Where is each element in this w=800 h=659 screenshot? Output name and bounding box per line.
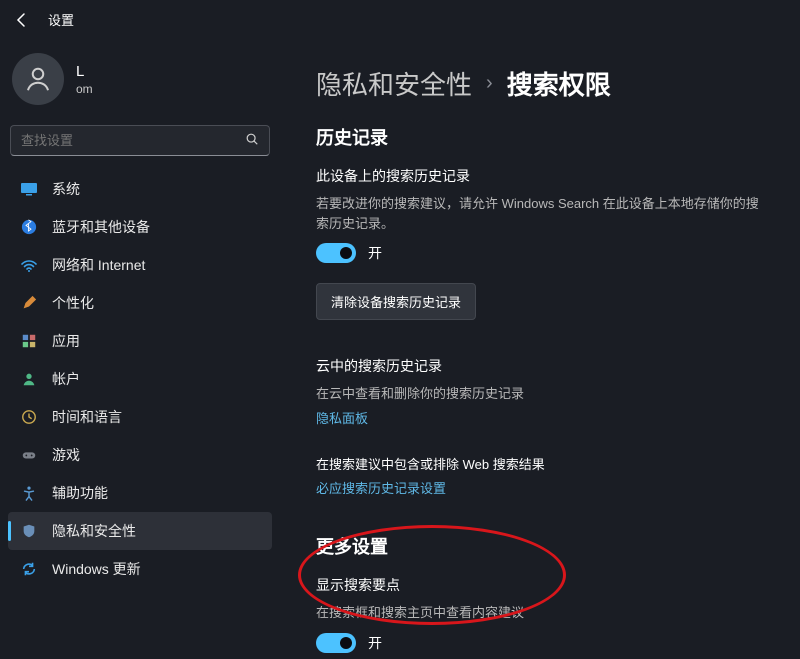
sidebar-item-label: 个性化: [52, 293, 94, 313]
monitor-icon: [20, 180, 38, 198]
clear-history-button[interactable]: 清除设备搜索历史记录: [316, 283, 476, 320]
sidebar-item-network[interactable]: 网络和 Internet: [8, 246, 272, 284]
cloud-history-title: 云中的搜索历史记录: [316, 356, 764, 376]
accessibility-icon: [20, 484, 38, 502]
bing-history-link[interactable]: 必应搜索历史记录设置: [316, 478, 446, 497]
gamepad-icon: [20, 446, 38, 464]
sidebar-item-gaming[interactable]: 游戏: [8, 436, 272, 474]
cloud-history-desc: 在云中查看和删除你的搜索历史记录: [316, 384, 764, 404]
profile-email: om: [76, 82, 93, 96]
sidebar-item-accounts[interactable]: 帐户: [8, 360, 272, 398]
sidebar: L om 系统 蓝牙和其他设备 网络和 Internet: [0, 35, 280, 659]
search-icon: [245, 132, 259, 149]
breadcrumb: 隐私和安全性 › 搜索权限: [316, 65, 764, 102]
toggle-state-label: 开: [368, 633, 382, 653]
page-title: 搜索权限: [507, 65, 611, 102]
sidebar-item-update[interactable]: Windows 更新: [8, 550, 272, 588]
sidebar-item-label: 帐户: [52, 369, 80, 389]
profile-name: L: [76, 63, 93, 80]
clock-icon: [20, 408, 38, 426]
search-highlights-toggle[interactable]: [316, 633, 356, 653]
device-history-title: 此设备上的搜索历史记录: [316, 166, 764, 186]
sidebar-item-label: 应用: [52, 331, 80, 351]
device-history-block: 此设备上的搜索历史记录 若要改进你的搜索建议，请允许 Windows Searc…: [316, 166, 764, 346]
device-history-toggle[interactable]: [316, 243, 356, 263]
sidebar-item-system[interactable]: 系统: [8, 170, 272, 208]
sidebar-item-accessibility[interactable]: 辅助功能: [8, 474, 272, 512]
avatar: [12, 53, 64, 105]
main-content: 隐私和安全性 › 搜索权限 历史记录 此设备上的搜索历史记录 若要改进你的搜索建…: [280, 35, 800, 659]
sidebar-item-privacy[interactable]: 隐私和安全性: [8, 512, 272, 550]
back-icon[interactable]: [14, 12, 30, 28]
window-title: 设置: [48, 10, 74, 29]
chevron-right-icon: ›: [486, 72, 493, 95]
sidebar-item-label: 游戏: [52, 445, 80, 465]
bluetooth-icon: [20, 218, 38, 236]
search-highlights-desc: 在搜索框和搜索主页中查看内容建议: [316, 603, 764, 623]
shield-icon: [20, 522, 38, 540]
privacy-dashboard-link[interactable]: 隐私面板: [316, 408, 368, 427]
sidebar-item-apps[interactable]: 应用: [8, 322, 272, 360]
search-input[interactable]: [21, 133, 245, 148]
profile-block[interactable]: L om: [8, 41, 272, 123]
toggle-state-label: 开: [368, 243, 382, 263]
web-results-desc: 在搜索建议中包含或排除 Web 搜索结果: [316, 455, 764, 475]
sidebar-item-label: 辅助功能: [52, 483, 108, 503]
sidebar-item-label: 蓝牙和其他设备: [52, 217, 150, 237]
sync-icon: [20, 560, 38, 578]
grid-icon: [20, 332, 38, 350]
sidebar-item-label: Windows 更新: [52, 559, 141, 579]
sidebar-item-personalization[interactable]: 个性化: [8, 284, 272, 322]
sidebar-item-time[interactable]: 时间和语言: [8, 398, 272, 436]
more-settings-heading: 更多设置: [316, 533, 764, 559]
sidebar-item-label: 网络和 Internet: [52, 255, 145, 275]
sidebar-item-bluetooth[interactable]: 蓝牙和其他设备: [8, 208, 272, 246]
person-icon: [20, 370, 38, 388]
search-highlights-title: 显示搜索要点: [316, 575, 764, 595]
device-history-desc: 若要改进你的搜索建议，请允许 Windows Search 在此设备上本地存储你…: [316, 194, 764, 233]
cloud-history-block: 云中的搜索历史记录 在云中查看和删除你的搜索历史记录 隐私面板: [316, 356, 764, 445]
brush-icon: [20, 294, 38, 312]
search-highlights-block: 显示搜索要点 在搜索框和搜索主页中查看内容建议 开: [316, 575, 764, 653]
history-heading: 历史记录: [316, 124, 764, 150]
breadcrumb-parent[interactable]: 隐私和安全性: [316, 65, 472, 102]
wifi-icon: [20, 256, 38, 274]
web-results-block: 在搜索建议中包含或排除 Web 搜索结果 必应搜索历史记录设置: [316, 455, 764, 516]
sidebar-item-label: 系统: [52, 179, 80, 199]
sidebar-item-label: 隐私和安全性: [52, 521, 136, 541]
sidebar-item-label: 时间和语言: [52, 407, 122, 427]
search-input-wrapper[interactable]: [10, 125, 270, 156]
nav-list: 系统 蓝牙和其他设备 网络和 Internet 个性化 应用 帐户: [8, 170, 272, 588]
